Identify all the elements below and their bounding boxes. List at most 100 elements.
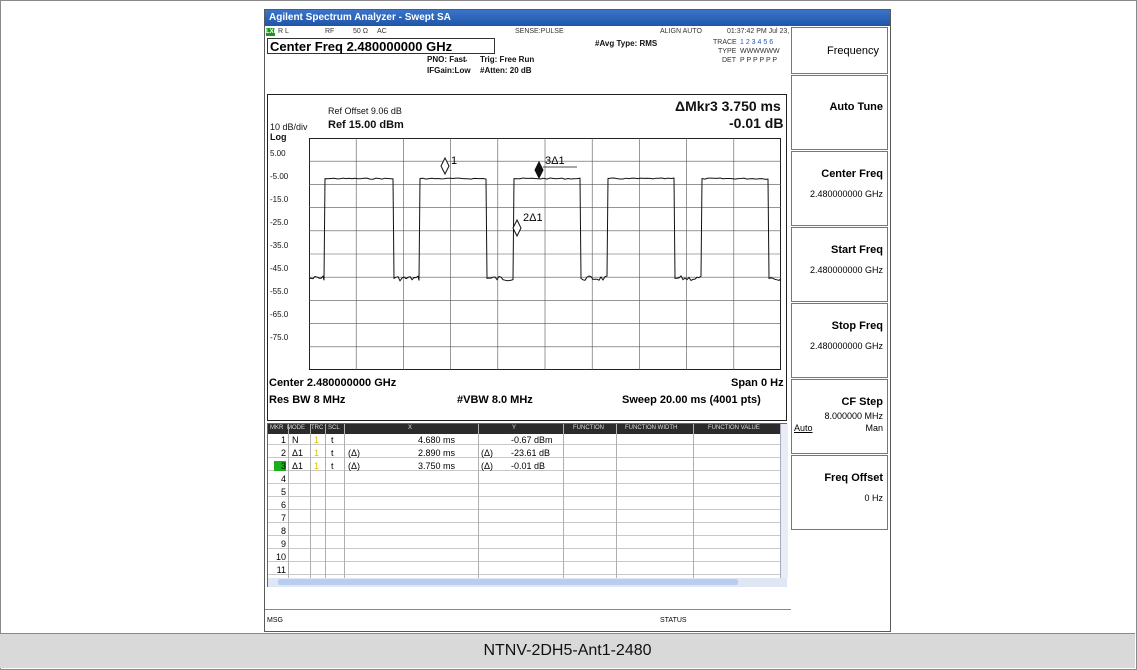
softkey-menu-title: Frequency	[791, 27, 888, 74]
status-rl: R L	[278, 28, 289, 35]
marker-table-hscroll[interactable]	[268, 578, 787, 587]
log-label: Log	[270, 132, 287, 142]
cell-scl: t	[331, 448, 334, 458]
softkey-stop-freq[interactable]: Stop Freq 2.480000000 GHz	[791, 303, 888, 378]
lxi-icon: LXI	[266, 28, 276, 36]
center-freq-softkey-label: Center Freq	[821, 168, 883, 180]
cell-num: 3	[274, 461, 286, 471]
cell-x: 3.750 ms	[418, 461, 456, 471]
col-y: Y	[512, 425, 517, 431]
col-function: FUNCTION	[573, 425, 604, 431]
marker-1-label: 1	[451, 155, 457, 167]
type-label: TYPE	[718, 48, 737, 55]
cell-num: 11	[276, 565, 286, 575]
y-tick-label: 5.00	[270, 149, 286, 158]
atten-setting: #Atten: 20 dB	[480, 66, 532, 75]
center-freq-entry[interactable]: Center Freq 2.480000000 GHz	[267, 38, 495, 54]
softkey-center-freq[interactable]: Center Freq 2.480000000 GHz	[791, 151, 888, 226]
cell-num: 8	[280, 526, 286, 536]
ref-offset: Ref Offset 9.06 dB	[328, 106, 402, 116]
col-sep	[325, 424, 326, 578]
stop-freq-value: 2.480000000 GHz	[809, 341, 883, 351]
res-bw-label: Res BW 8 MHz	[269, 394, 346, 406]
cell-y: -0.67 dBm	[511, 435, 553, 445]
avg-type-setting: #Avg Type: RMS	[595, 39, 658, 48]
auto-tune-label: Auto Tune	[829, 101, 883, 113]
marker-table-vscroll[interactable]	[780, 424, 788, 578]
marker-3-label: 3Δ1	[545, 155, 565, 167]
marker-1[interactable]: 1	[440, 155, 457, 176]
stop-freq-label: Stop Freq	[831, 320, 883, 332]
if-gain-setting: IFGain:Low	[427, 66, 471, 75]
status-coupling: AC	[377, 28, 387, 35]
span-label: Span 0 Hz	[731, 377, 784, 389]
softkey-cf-step[interactable]: CF Step 8.000000 MHz Auto Man	[791, 379, 888, 454]
col-sep	[344, 424, 345, 578]
col-mode: MODE	[287, 425, 305, 431]
trace-numbers: 1 2 3 4 5 6	[740, 39, 773, 46]
col-scl: SCL	[328, 425, 340, 431]
col-mkr: MKR	[270, 425, 284, 431]
cell-x: 4.680 ms	[418, 435, 456, 445]
col-sep	[478, 424, 479, 578]
cf-step-auto[interactable]: Auto	[794, 423, 813, 433]
status-align: ALIGN AUTO	[660, 28, 702, 35]
trace-label: TRACE	[713, 39, 737, 46]
cf-step-label: CF Step	[841, 396, 883, 408]
status-sense: SENSE:PULSE	[515, 28, 564, 35]
cell-y: -23.61 dB	[511, 448, 551, 458]
trace-plot[interactable]: 1 2Δ1 3Δ1	[309, 138, 781, 370]
ref-level: Ref 15.00 dBm	[328, 119, 404, 131]
msg-label: MSG	[267, 617, 283, 624]
cell-scl: t	[331, 461, 334, 471]
status-impedance: 50 Ω	[353, 28, 368, 35]
figure-caption: NTNV-2DH5-Ant1-2480	[0, 634, 1135, 668]
det-label: DET	[722, 57, 736, 64]
cell-y-delta: (Δ)	[481, 461, 494, 471]
trig-setting: Trig: Free Run	[480, 55, 535, 64]
cell-num: 4	[280, 474, 286, 484]
softkey-start-freq[interactable]: Start Freq 2.480000000 GHz	[791, 227, 888, 302]
marker-2[interactable]: 2Δ1	[512, 212, 543, 238]
type-values: WWWWWW	[740, 48, 780, 55]
status-rf: RF	[325, 28, 335, 35]
cell-trc: 1	[314, 448, 320, 458]
marker-3[interactable]: 3Δ1	[534, 155, 565, 180]
graticule	[309, 138, 781, 370]
trace-nums: 1 2 3 4 5 6	[740, 39, 774, 46]
cell-y-delta: (Δ)	[481, 448, 494, 458]
center-label: Center 2.480000000 GHz	[269, 377, 397, 389]
softkey-auto-tune[interactable]: Auto Tune	[791, 75, 888, 150]
cf-step-man[interactable]: Man	[865, 423, 883, 433]
message-bar: MSG STATUS	[265, 609, 890, 631]
y-tick-label: -5.00	[270, 172, 289, 181]
freq-offset-value: 0 Hz	[864, 493, 883, 503]
cell-num: 10	[275, 552, 286, 562]
start-freq-value: 2.480000000 GHz	[809, 265, 883, 275]
cell-mode: Δ1	[292, 461, 304, 471]
status-label: STATUS	[660, 617, 687, 624]
col-function-value: FUNCTION VALUE	[708, 425, 760, 431]
det-values: P P P P P P	[740, 57, 778, 64]
softkey-freq-offset[interactable]: Freq Offset 0 Hz	[791, 455, 888, 530]
col-sep	[616, 424, 617, 578]
status-row: LXI R L RF 50 Ω AC SENSE:PULSE ALIGN AUT…	[265, 27, 807, 38]
cell-trc: 1	[314, 435, 320, 445]
vbw-label: #VBW 8.0 MHz	[457, 394, 533, 406]
cell-y: -0.01 dB	[511, 461, 546, 471]
col-trc: TRC	[311, 425, 324, 431]
freq-offset-label: Freq Offset	[824, 472, 883, 484]
y-tick-label: -65.0	[270, 310, 289, 319]
marker-1-diamond-icon	[440, 156, 450, 176]
cell-num: 7	[280, 513, 286, 523]
cell-num: 1	[280, 435, 286, 445]
marker-3-diamond-icon	[534, 160, 544, 180]
hscroll-thumb[interactable]	[278, 579, 738, 585]
cell-num: 9	[280, 539, 286, 549]
cell-trc: 1	[314, 461, 320, 471]
col-sep	[310, 424, 311, 578]
cell-num: 5	[280, 487, 286, 497]
softkey-panel: Frequency Auto Tune Center Freq 2.480000…	[791, 27, 890, 610]
marker-table: MKR MODE TRC SCL X Y FUNCTION FUNCTION W…	[267, 423, 788, 587]
cell-x: 2.890 ms	[418, 448, 456, 458]
